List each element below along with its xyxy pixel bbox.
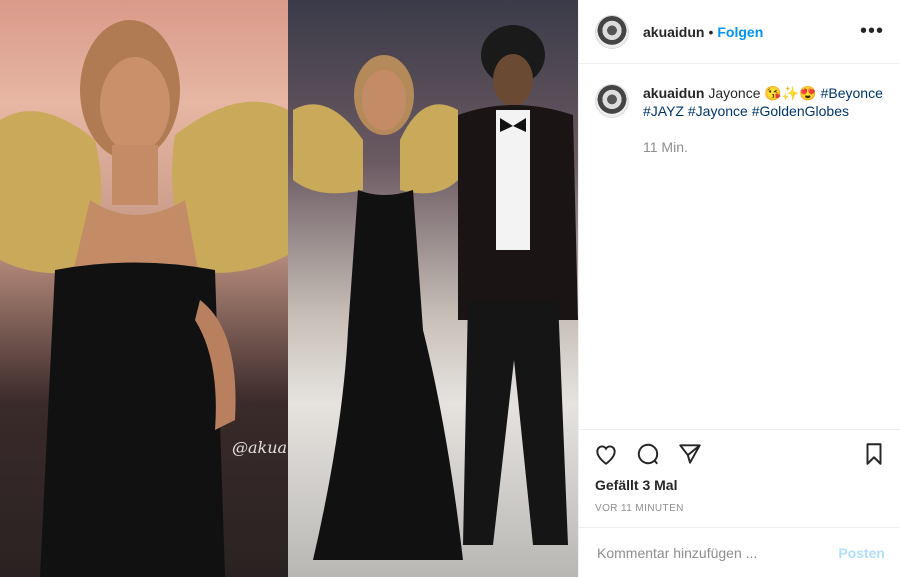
- likes-count[interactable]: Gefällt 3 Mal: [595, 477, 677, 493]
- post-media[interactable]: @akuaidun: [0, 0, 578, 577]
- instagram-post: @akuaidun akuaidun • Folgen ••• akuaidun…: [0, 0, 900, 577]
- couple-illustration: [293, 25, 578, 560]
- hashtag-link[interactable]: #Jayonce: [688, 103, 748, 119]
- woman-portrait-illustration: [0, 20, 288, 577]
- comment-icon[interactable]: [635, 441, 661, 467]
- caption: akuaidun Jayonce 😘✨😍 #Beyonce #JAYZ #Jay…: [579, 64, 900, 156]
- bookmark-icon[interactable]: [861, 441, 887, 467]
- caption-text: Jayonce 😘✨😍: [708, 85, 817, 101]
- post-header: akuaidun • Folgen •••: [579, 0, 900, 64]
- header-username[interactable]: akuaidun: [643, 24, 704, 40]
- photo-left: @akuaidun: [0, 0, 323, 577]
- caption-body: akuaidun Jayonce 😘✨😍 #Beyonce #JAYZ #Jay…: [643, 84, 883, 156]
- follow-button[interactable]: Folgen: [717, 24, 763, 40]
- avatar[interactable]: [595, 14, 629, 49]
- caption-avatar[interactable]: [595, 84, 629, 118]
- hashtag-link[interactable]: #GoldenGlobes: [752, 103, 849, 119]
- heart-icon[interactable]: [593, 441, 619, 467]
- post-comment-button[interactable]: Posten: [838, 545, 885, 561]
- more-options-icon[interactable]: •••: [860, 20, 884, 43]
- caption-username[interactable]: akuaidun: [643, 85, 704, 101]
- comment-input[interactable]: [595, 543, 839, 562]
- separator-dot: •: [708, 23, 714, 40]
- post-sidebar: akuaidun • Folgen ••• akuaidun Jayonce 😘…: [578, 0, 900, 577]
- hashtag-link[interactable]: #JAYZ: [643, 103, 684, 119]
- share-icon[interactable]: [677, 441, 703, 467]
- comment-area: Posten: [579, 527, 900, 577]
- caption-time: 11 Min.: [643, 139, 688, 155]
- hashtag-link[interactable]: #Beyonce: [821, 85, 883, 101]
- action-bar: [579, 429, 900, 477]
- photo-right: [288, 0, 578, 577]
- post-timestamp: VOR 11 MINUTEN: [595, 503, 684, 514]
